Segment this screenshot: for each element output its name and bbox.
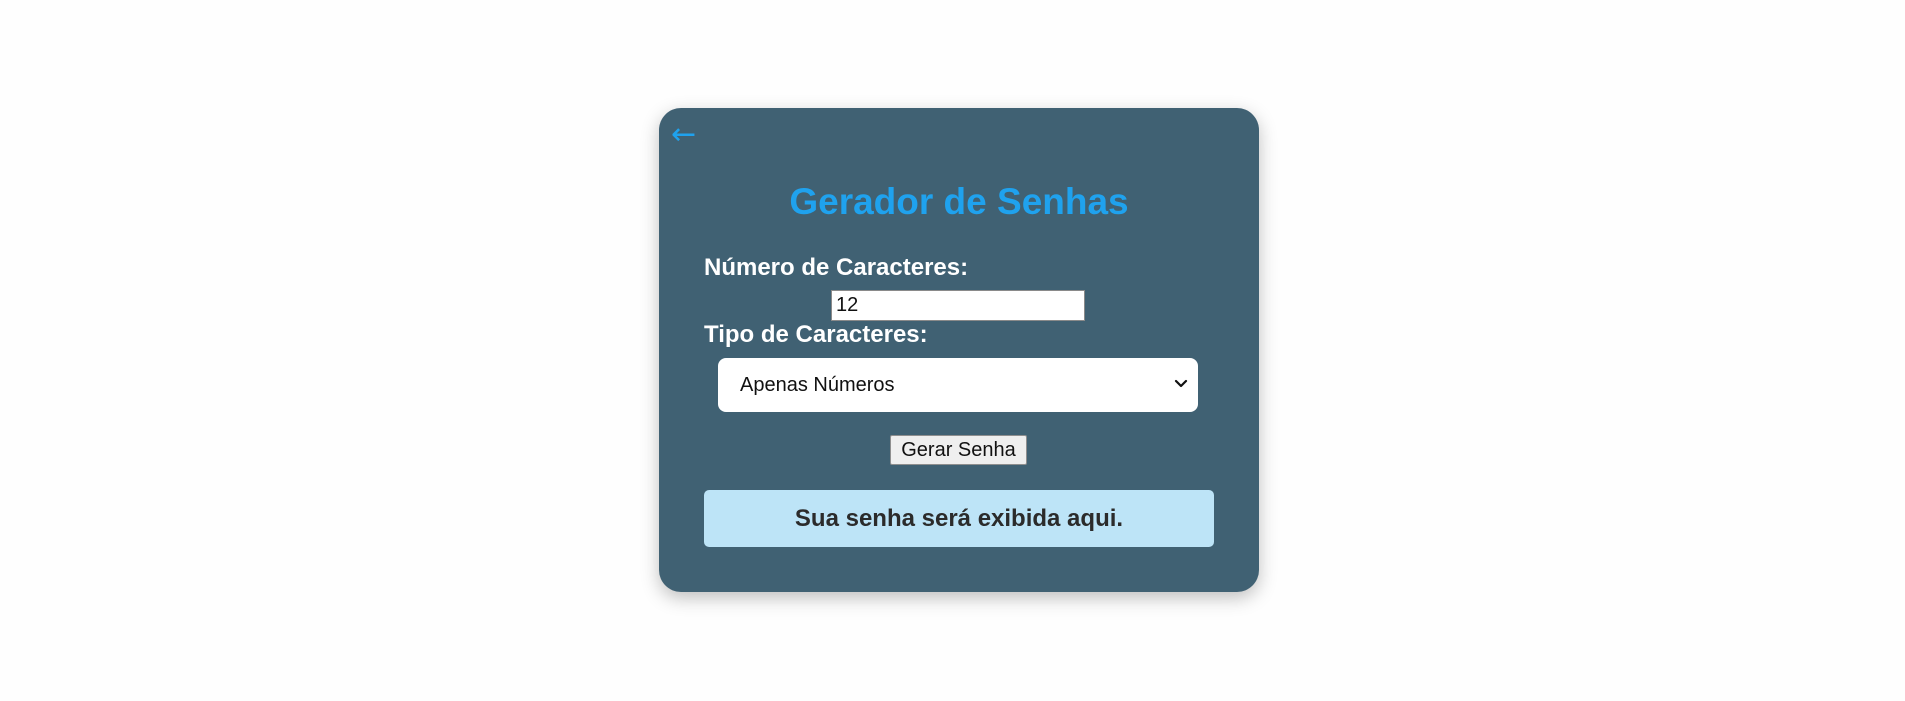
arrow-left-icon: ← (671, 117, 697, 152)
page-title: Gerador de Senhas (789, 181, 1129, 222)
back-link[interactable]: ← (671, 120, 696, 150)
length-input[interactable] (831, 290, 1085, 321)
password-result: Sua senha será exibida aqui. (704, 490, 1214, 547)
chevron-down-icon (1174, 379, 1188, 388)
character-type-selected-value: Apenas Números (740, 374, 895, 396)
character-type-select[interactable]: Apenas Números (718, 358, 1198, 412)
generate-password-button[interactable]: Gerar Senha (890, 435, 1027, 465)
length-label: Número de Caracteres: (704, 254, 969, 281)
type-label: Tipo de Caracteres: (704, 321, 928, 348)
password-generator-card: ← Gerador de Senhas Número de Caracteres… (659, 108, 1259, 592)
